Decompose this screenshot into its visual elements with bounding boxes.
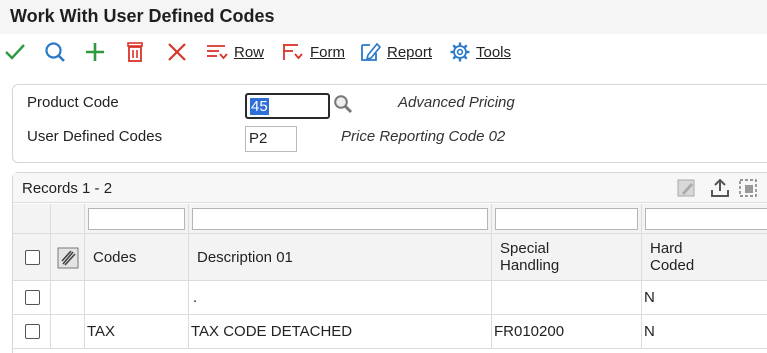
column-header-special-handling[interactable]: Special Handling bbox=[492, 234, 642, 281]
records-bar: Records 1 - 2 bbox=[13, 173, 767, 203]
trash-icon bbox=[127, 42, 143, 62]
report-menu-label: Report bbox=[387, 43, 433, 61]
edit-grid-icon[interactable] bbox=[675, 177, 697, 199]
x-icon bbox=[168, 43, 186, 61]
form-menu-label: Form bbox=[310, 43, 345, 61]
cell-hard-coded[interactable]: N bbox=[642, 281, 767, 315]
header-form: Product Code 45 Advanced Pricing User De… bbox=[12, 84, 767, 163]
filter-cell-attach bbox=[51, 204, 85, 234]
check-icon bbox=[5, 44, 25, 60]
filter-input-special-handling[interactable] bbox=[495, 208, 638, 230]
close-button[interactable] bbox=[166, 38, 188, 66]
filter-cell-description bbox=[189, 204, 492, 234]
tools-menu-label: Tools bbox=[476, 43, 512, 61]
report-icon bbox=[361, 42, 382, 61]
table-row[interactable] bbox=[13, 281, 51, 315]
records-count: Records 1 - 2 bbox=[22, 180, 113, 197]
delete-button[interactable] bbox=[125, 38, 145, 66]
cell-codes[interactable]: TAX bbox=[85, 315, 189, 349]
filter-input-description[interactable] bbox=[192, 208, 488, 230]
tools-menu-button[interactable]: Tools bbox=[449, 38, 511, 66]
row-menu-icon bbox=[207, 45, 228, 60]
title-bar: Work With User Defined Codes bbox=[0, 0, 767, 34]
row-checkbox[interactable] bbox=[25, 290, 40, 305]
plus-icon bbox=[86, 43, 104, 61]
column-label-special-handling: Special Handling bbox=[500, 240, 560, 274]
user-defined-codes-label: User Defined Codes bbox=[27, 128, 163, 145]
header-attach-cell bbox=[51, 234, 85, 281]
product-code-label: Product Code bbox=[27, 94, 119, 111]
filter-input-hard-coded[interactable] bbox=[645, 208, 767, 230]
records-grid: Records 1 - 2 Codes Description 01 Speci… bbox=[12, 172, 767, 353]
cell-hard-coded[interactable]: N bbox=[642, 315, 767, 349]
visual-assist-search-icon[interactable] bbox=[332, 93, 354, 115]
product-code-description: Advanced Pricing bbox=[398, 94, 515, 111]
row-checkbox[interactable] bbox=[25, 324, 40, 339]
product-code-value: 45 bbox=[250, 98, 269, 115]
export-icon[interactable] bbox=[709, 177, 731, 199]
select-all-checkbox[interactable] bbox=[25, 250, 40, 265]
cell-description[interactable]: TAX CODE DETACHED bbox=[189, 315, 492, 349]
search-icon bbox=[45, 42, 65, 62]
row-attach-cell bbox=[51, 281, 85, 315]
select-button[interactable] bbox=[4, 38, 26, 66]
row-menu-label: Row bbox=[234, 43, 265, 61]
filter-cell-codes bbox=[85, 204, 189, 234]
column-header-codes[interactable]: Codes bbox=[85, 234, 189, 281]
row-attach-cell bbox=[51, 315, 85, 349]
column-header-hard-coded[interactable]: Hard Coded bbox=[642, 234, 767, 281]
user-defined-codes-value: P2 bbox=[249, 130, 268, 147]
maximize-grid-icon[interactable] bbox=[737, 177, 759, 199]
report-menu-button[interactable]: Report bbox=[358, 38, 432, 66]
cell-description[interactable]: . bbox=[189, 281, 492, 315]
toolbar: Row Form Report Tools bbox=[0, 34, 767, 70]
filter-cell-hard bbox=[642, 204, 767, 234]
form-menu-button[interactable]: Form bbox=[281, 38, 345, 66]
page-title: Work With User Defined Codes bbox=[10, 6, 275, 26]
gear-icon bbox=[450, 42, 470, 62]
filter-input-codes[interactable] bbox=[88, 208, 185, 230]
cell-codes[interactable] bbox=[85, 281, 189, 315]
cell-special-handling[interactable]: FR010200 bbox=[492, 315, 642, 349]
header-select-cell bbox=[13, 234, 51, 281]
row-menu-button[interactable]: Row bbox=[205, 38, 264, 66]
filter-cell-special bbox=[492, 204, 642, 234]
column-label-description: Description 01 bbox=[197, 249, 293, 266]
filter-cell-select bbox=[13, 204, 51, 234]
product-code-input[interactable]: 45 bbox=[245, 93, 330, 119]
attachment-icon[interactable] bbox=[56, 246, 80, 270]
user-defined-codes-description: Price Reporting Code 02 bbox=[341, 128, 506, 145]
add-button[interactable] bbox=[84, 38, 106, 66]
column-label-codes: Codes bbox=[93, 249, 137, 266]
column-header-description[interactable]: Description 01 bbox=[189, 234, 492, 281]
table-row[interactable] bbox=[13, 315, 51, 349]
find-button[interactable] bbox=[44, 38, 66, 66]
column-label-hard-coded: Hard Coded bbox=[650, 240, 695, 274]
cell-special-handling[interactable] bbox=[492, 281, 642, 315]
form-menu-icon bbox=[283, 44, 303, 60]
user-defined-codes-input[interactable]: P2 bbox=[245, 126, 297, 152]
